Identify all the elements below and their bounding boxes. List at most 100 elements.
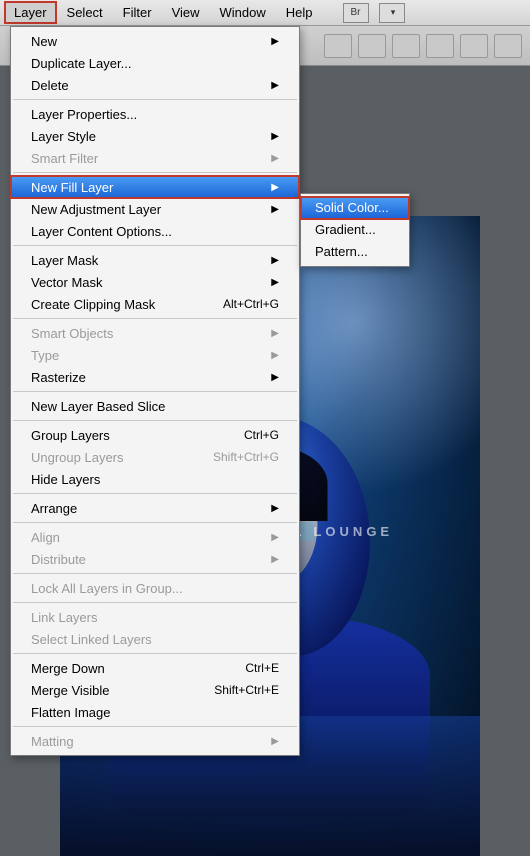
menu-item-label: Select Linked Layers: [31, 632, 152, 647]
menu-item-label: New Adjustment Layer: [31, 202, 161, 217]
align-button-2[interactable]: [358, 34, 386, 58]
menu-item-rasterize[interactable]: Rasterize ▶: [11, 366, 299, 388]
menu-item-new[interactable]: New ▶: [11, 30, 299, 52]
submenu-arrow-icon: ▶: [261, 36, 279, 47]
menu-item-label: Create Clipping Mask: [31, 297, 155, 312]
menu-item-layer-properties[interactable]: Layer Properties...: [11, 103, 299, 125]
menu-item-label: Duplicate Layer...: [31, 56, 131, 71]
menu-item-label: Flatten Image: [31, 705, 111, 720]
align-button-1[interactable]: [324, 34, 352, 58]
menu-separator: [13, 653, 297, 654]
menu-item-label: Delete: [31, 78, 69, 93]
menu-item-new-layer-based-slice[interactable]: New Layer Based Slice: [11, 395, 299, 417]
menu-item-label: New Layer Based Slice: [31, 399, 165, 414]
submenu-arrow-icon: ▶: [261, 554, 279, 565]
menu-item-shortcut: Alt+Ctrl+G: [223, 297, 279, 311]
submenu-item-pattern[interactable]: Pattern...: [301, 241, 409, 263]
menu-item-layer-content-options[interactable]: Layer Content Options...: [11, 220, 299, 242]
menu-item-hide-layers[interactable]: Hide Layers: [11, 468, 299, 490]
menu-item-label: Layer Mask: [31, 253, 98, 268]
menu-item-label: New: [31, 34, 57, 49]
menu-item-link-layers: Link Layers: [11, 606, 299, 628]
menu-item-smart-objects: Smart Objects▶: [11, 322, 299, 344]
menubar-item-help[interactable]: Help: [276, 1, 323, 24]
submenu-arrow-icon: ▶: [261, 80, 279, 91]
menu-item-group-layers[interactable]: Group Layers Ctrl+G: [11, 424, 299, 446]
new-fill-layer-submenu: Solid Color...Gradient...Pattern...: [300, 193, 410, 267]
menu-item-layer-mask[interactable]: Layer Mask ▶: [11, 249, 299, 271]
submenu-item-solid-color[interactable]: Solid Color...: [301, 197, 409, 219]
menu-item-vector-mask[interactable]: Vector Mask ▶: [11, 271, 299, 293]
submenu-arrow-icon: ▶: [261, 328, 279, 339]
align-button-5[interactable]: [460, 34, 488, 58]
bridge-icon[interactable]: Br: [343, 3, 369, 23]
submenu-arrow-icon: ▶: [261, 131, 279, 142]
workspace-switcher-icon[interactable]: [379, 3, 405, 23]
menu-item-label: Arrange: [31, 501, 77, 516]
menu-item-select-linked-layers: Select Linked Layers: [11, 628, 299, 650]
submenu-arrow-icon: ▶: [261, 153, 279, 164]
menu-separator: [13, 573, 297, 574]
menu-item-arrange[interactable]: Arrange▶: [11, 497, 299, 519]
submenu-item-gradient[interactable]: Gradient...: [301, 219, 409, 241]
menu-item-create-clipping-mask[interactable]: Create Clipping Mask Alt+Ctrl+G: [11, 293, 299, 315]
submenu-arrow-icon: ▶: [261, 277, 279, 288]
menu-item-label: Align: [31, 530, 60, 545]
menubar-item-layer[interactable]: Layer: [4, 1, 57, 24]
menu-item-label: Group Layers: [31, 428, 110, 443]
menubar-item-select[interactable]: Select: [57, 1, 113, 24]
menubar-item-window[interactable]: Window: [210, 1, 276, 24]
menu-separator: [13, 99, 297, 100]
menu-item-shortcut: Ctrl+E: [245, 661, 279, 675]
menu-item-label: Layer Content Options...: [31, 224, 172, 239]
menu-item-flatten-image[interactable]: Flatten Image: [11, 701, 299, 723]
align-button-6[interactable]: [494, 34, 522, 58]
menu-item-label: Rasterize: [31, 370, 86, 385]
menu-item-label: Merge Visible: [31, 683, 110, 698]
submenu-arrow-icon: ▶: [261, 350, 279, 361]
menu-item-type: Type ▶: [11, 344, 299, 366]
menu-item-label: Ungroup Layers: [31, 450, 124, 465]
submenu-arrow-icon: ▶: [261, 532, 279, 543]
menubar-item-view[interactable]: View: [162, 1, 210, 24]
align-button-4[interactable]: [426, 34, 454, 58]
submenu-arrow-icon: ▶: [261, 736, 279, 747]
submenu-arrow-icon: ▶: [261, 372, 279, 383]
menu-item-lock-all-layers-in-group: Lock All Layers in Group...: [11, 577, 299, 599]
menu-separator: [13, 522, 297, 523]
menu-item-label: Smart Filter: [31, 151, 98, 166]
menu-item-label: Lock All Layers in Group...: [31, 581, 183, 596]
menu-separator: [13, 602, 297, 603]
menu-item-delete[interactable]: Delete ▶: [11, 74, 299, 96]
menu-item-label: Matting: [31, 734, 74, 749]
menu-item-merge-visible[interactable]: Merge VisibleShift+Ctrl+E: [11, 679, 299, 701]
menu-item-label: Vector Mask: [31, 275, 103, 290]
menu-item-new-adjustment-layer[interactable]: New Adjustment Layer ▶: [11, 198, 299, 220]
submenu-arrow-icon: ▶: [261, 255, 279, 266]
menu-item-smart-filter: Smart Filter ▶: [11, 147, 299, 169]
menu-separator: [13, 420, 297, 421]
menu-separator: [13, 391, 297, 392]
menu-item-label: Link Layers: [31, 610, 97, 625]
submenu-arrow-icon: ▶: [261, 204, 279, 215]
menu-item-new-fill-layer[interactable]: New Fill Layer▶: [11, 176, 299, 198]
menu-item-duplicate-layer[interactable]: Duplicate Layer...: [11, 52, 299, 74]
menu-item-merge-down[interactable]: Merge DownCtrl+E: [11, 657, 299, 679]
menubar: Layer Select Filter View Window Help Br: [0, 0, 530, 26]
menu-separator: [13, 493, 297, 494]
align-button-3[interactable]: [392, 34, 420, 58]
watermark-part2: LOUNGE: [313, 524, 393, 539]
menu-item-label: New Fill Layer: [31, 180, 113, 195]
menu-item-layer-style[interactable]: Layer Style ▶: [11, 125, 299, 147]
menu-item-shortcut: Ctrl+G: [244, 428, 279, 442]
menu-separator: [13, 318, 297, 319]
menu-item-distribute: Distribute ▶: [11, 548, 299, 570]
menu-item-label: Hide Layers: [31, 472, 100, 487]
menu-item-label: Distribute: [31, 552, 86, 567]
menu-item-ungroup-layers: Ungroup Layers Shift+Ctrl+G: [11, 446, 299, 468]
menu-separator: [13, 172, 297, 173]
menu-item-shortcut: Shift+Ctrl+G: [213, 450, 279, 464]
menu-item-label: Type: [31, 348, 59, 363]
menu-item-label: Layer Style: [31, 129, 96, 144]
menubar-item-filter[interactable]: Filter: [113, 1, 162, 24]
